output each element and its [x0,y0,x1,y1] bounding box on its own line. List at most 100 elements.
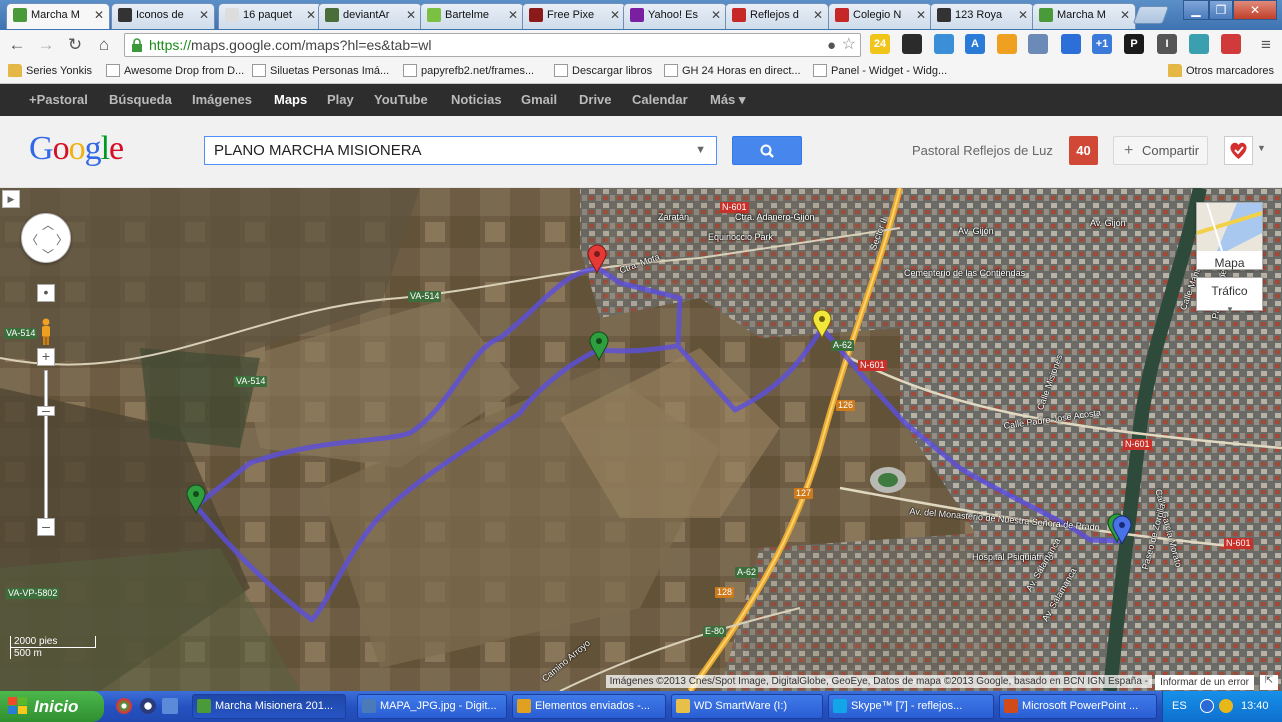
browser-tab[interactable]: 16 paquet ✕ [218,3,322,29]
extension-icon[interactable] [934,34,954,54]
browser-tab[interactable]: Yahoo! Es ✕ [623,3,727,29]
start-button[interactable]: Inicio [0,691,104,722]
zoom-in-button[interactable]: + [37,348,55,366]
browser-tab[interactable]: Colegio N ✕ [828,3,932,29]
close-tab-icon[interactable]: ✕ [1018,4,1028,26]
zoom-slider[interactable]: + – – [37,348,55,538]
expand-icon[interactable]: ⇱ [1260,675,1278,690]
taskbar-button[interactable]: WD SmartWare (I:) [671,694,823,719]
new-tab-button[interactable] [1132,6,1170,24]
street-view-target-icon[interactable]: • [37,284,55,302]
browser-tab[interactable]: Reflejos d ✕ [725,3,829,29]
taskbar-button[interactable]: Elementos enviados -... [512,694,666,719]
gbar-link[interactable]: Drive [579,84,612,116]
map-type-traffic-button[interactable]: Tráfico ▼ [1196,277,1263,314]
extension-icon[interactable] [1189,34,1209,54]
pan-right-icon[interactable]: 〉 [56,231,68,248]
close-tab-icon[interactable]: ✕ [711,4,721,26]
extension-icon[interactable] [1061,34,1081,54]
route-marker-red[interactable] [587,244,607,274]
bookmark-item[interactable]: Panel - Widget - Widg... [813,64,947,78]
desktop-quicklaunch-icon[interactable] [162,698,178,714]
bookmark-item[interactable]: GH 24 Horas en direct... [664,64,801,78]
map-canvas[interactable]: N-601 VA-514 VA-514 VA-514 A-62 N-601 126 127 12… [0,188,1282,691]
extension-icon[interactable]: I [1157,34,1177,54]
gbar-link[interactable]: Noticias [451,84,502,116]
bookmark-item[interactable]: Siluetas Personas Imá... [252,64,389,78]
dropdown-arrow-icon[interactable]: ▼ [695,137,706,164]
extension-icon[interactable]: A [965,34,985,54]
taskbar-button[interactable]: MAPA_JPG.jpg - Digit... [357,694,507,719]
route-marker-green[interactable] [589,331,609,361]
share-button[interactable]: + Compartir [1113,136,1208,165]
close-tab-icon[interactable]: ✕ [610,4,620,26]
chevron-down-icon[interactable]: ▼ [1226,297,1234,323]
close-tab-icon[interactable]: ✕ [94,4,104,26]
restore-button[interactable]: ❐ [1209,0,1233,20]
home-button[interactable]: ⌂ [93,34,115,56]
pan-up-icon[interactable]: ︿ [42,216,54,233]
close-tab-icon[interactable]: ✕ [1120,4,1130,26]
gbar-link[interactable]: Gmail [521,84,557,116]
gbar-link[interactable]: Más ▾ [710,84,745,116]
user-name[interactable]: Pastoral Reflejos de Luz [912,143,1053,158]
extension-icon[interactable] [997,34,1017,54]
gbar-link[interactable]: Imágenes [192,84,252,116]
browser-tab[interactable]: 123 Roya ✕ [930,3,1034,29]
gbar-link[interactable]: Play [327,84,354,116]
close-tab-icon[interactable]: ✕ [813,4,823,26]
route-marker-green[interactable] [186,484,206,514]
report-error-link[interactable]: Informar de un error [1155,675,1254,690]
notification-badge[interactable]: 40 [1069,136,1098,165]
back-button[interactable]: ← [6,34,28,56]
close-tab-icon[interactable]: ✕ [508,4,518,26]
tray-help-icon[interactable] [1219,699,1233,713]
gbar-link[interactable]: Calendar [632,84,688,116]
gbar-link[interactable]: +Pastoral [29,84,88,116]
bookmark-item[interactable]: Series Yonkis [8,64,92,78]
bookmark-star-icon[interactable]: ☆ [842,34,856,56]
tray-arrow-icon[interactable] [1200,699,1214,713]
taskbar-button[interactable]: Microsoft PowerPoint ... [999,694,1157,719]
zoom-track[interactable] [44,370,48,520]
reload-button[interactable]: ↻ [64,34,86,56]
gbar-link[interactable]: Maps [274,84,307,116]
other-bookmarks-folder[interactable]: Otros marcadores [1168,64,1274,78]
pan-left-icon[interactable]: 〈 [26,231,38,248]
close-window-button[interactable]: ✕ [1233,0,1277,20]
extension-icon[interactable] [1028,34,1048,54]
browser-tab[interactable]: Bartelme ✕ [420,3,524,29]
zoom-handle[interactable]: – [37,403,55,417]
close-tab-icon[interactable]: ✕ [406,4,416,26]
taskbar-button[interactable]: Skype™ [7] - reflejos... [828,694,994,719]
chrome-menu-icon[interactable]: ≡ [1255,34,1277,56]
google-logo[interactable]: Google [29,130,124,168]
browser-tab[interactable]: Marcha M ✕ [6,3,110,29]
extension-icon[interactable] [902,34,922,54]
pan-control[interactable]: ︿ ﹀ 〈 〉 [21,213,71,263]
extension-icon[interactable]: P [1124,34,1144,54]
gbar-link[interactable]: Búsqueda [109,84,172,116]
extension-icon[interactable]: +1 [1092,34,1112,54]
browser-tab[interactable]: Iconos de ✕ [111,3,215,29]
avatar[interactable] [1224,136,1253,165]
clock[interactable]: 13:40 [1241,700,1269,712]
address-bar[interactable]: https://maps.google.com/maps?hl=es&tab=w… [124,33,861,57]
minimize-button[interactable]: ▁ [1183,0,1209,20]
pegman-icon[interactable] [39,318,53,346]
media-player-quicklaunch-icon[interactable] [140,698,156,714]
lightbulb-icon[interactable]: ● [827,35,836,57]
forward-button[interactable]: → [35,34,57,56]
browser-tab[interactable]: deviantAr ✕ [318,3,422,29]
close-tab-icon[interactable]: ✕ [199,4,209,26]
route-marker-yellow[interactable] [812,309,832,339]
search-button[interactable] [732,136,802,165]
taskbar-button[interactable]: Marcha Misionera 201... [192,694,346,719]
bookmark-item[interactable]: papyrefb2.net/frames... [403,64,534,78]
extension-icon[interactable]: 24 [870,34,890,54]
close-tab-icon[interactable]: ✕ [306,4,316,26]
extension-icon[interactable] [1221,34,1241,54]
search-input[interactable]: PLANO MARCHA MISIONERA ▼ [204,136,717,165]
browser-tab[interactable]: Free Pixe ✕ [522,3,626,29]
close-tab-icon[interactable]: ✕ [916,4,926,26]
